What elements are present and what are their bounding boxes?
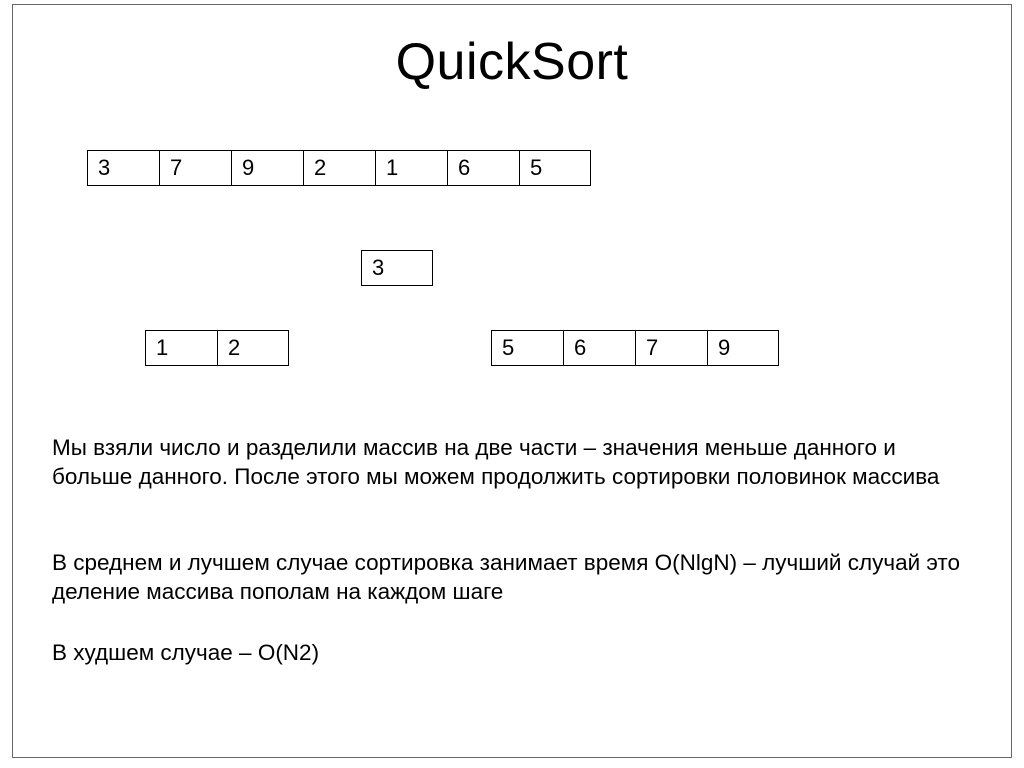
cell: 6: [563, 330, 635, 366]
cell: 1: [145, 330, 217, 366]
cell: 9: [707, 330, 779, 366]
cell: 9: [231, 150, 303, 186]
cell: 3: [361, 250, 433, 286]
page-title: QuickSort: [12, 32, 1012, 92]
cell: 2: [217, 330, 289, 366]
cell: 1: [375, 150, 447, 186]
cell: 3: [87, 150, 159, 186]
cell: 7: [159, 150, 231, 186]
cell: 7: [635, 330, 707, 366]
cell: 2: [303, 150, 375, 186]
paragraph-2: В среднем и лучшем случае сортировка зан…: [52, 549, 982, 607]
cell: 5: [519, 150, 591, 186]
cell: 5: [491, 330, 563, 366]
cell: 6: [447, 150, 519, 186]
slide: QuickSort 3 7 9 2 1 6 5 3 1 2 5 6 7 9 Мы…: [12, 4, 1012, 758]
paragraph-3: В худшем случае – O(N2): [52, 639, 982, 668]
paragraph-1: Мы взяли число и разделили массив на две…: [52, 434, 982, 492]
array-left: 1 2: [145, 330, 289, 366]
array-pivot: 3: [361, 250, 433, 286]
array-right: 5 6 7 9: [491, 330, 779, 366]
array-initial: 3 7 9 2 1 6 5: [87, 150, 591, 186]
